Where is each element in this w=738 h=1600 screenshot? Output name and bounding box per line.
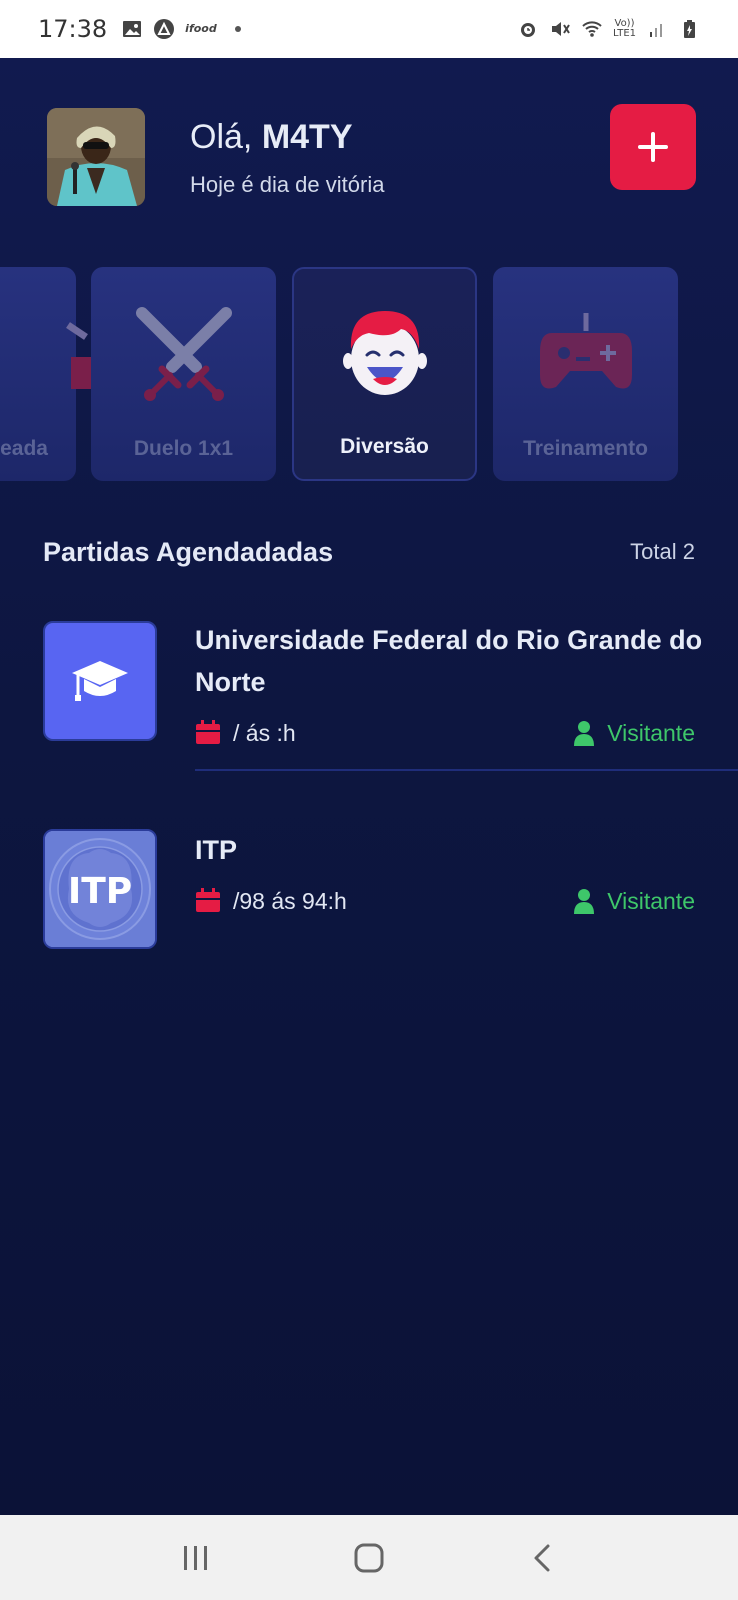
recent-apps-button[interactable] [166, 1528, 226, 1588]
category-label: eada [0, 437, 48, 460]
section-title: Partidas Agendadadas [43, 537, 334, 567]
match-role: Visitante [573, 720, 695, 747]
recent-apps-icon [184, 1545, 208, 1570]
scheduled-matches-header: Partidas Agendadadas Total 2 [43, 537, 695, 577]
graduation-cap-icon [72, 661, 128, 701]
username: M4TY [261, 118, 353, 156]
crossed-swords-icon [135, 307, 232, 401]
match-thumbnail [43, 621, 157, 741]
gamepad-icon [539, 313, 632, 389]
status-time: 17:38 [38, 15, 108, 43]
category-card-partial[interactable]: eada [0, 267, 106, 481]
home-icon [354, 1543, 384, 1572]
dot-icon [234, 26, 241, 32]
calendar-icon [196, 720, 220, 744]
back-button[interactable] [512, 1528, 572, 1588]
match-role-label: Visitante [607, 719, 695, 746]
calendar-icon [196, 888, 220, 912]
match-title: ITP [195, 835, 238, 865]
avatar[interactable] [47, 108, 145, 206]
ifood-icon: ifood [185, 22, 217, 35]
back-icon [534, 1544, 550, 1571]
greeting-subtitle: Hoje é dia de vitória [190, 172, 385, 197]
match-role-label: Visitante [607, 887, 695, 914]
match-title: Universidade Federal do Rio Grande do No… [195, 625, 703, 697]
match-meta: /98 ás 94:h Visitante [195, 885, 695, 917]
wifi-icon [582, 21, 602, 37]
category-label: Duelo 1x1 [133, 437, 234, 460]
signal-icon [650, 24, 662, 37]
match-item-ufrn[interactable]: Universidade Federal do Rio Grande do No… [43, 621, 738, 791]
itp-logo-icon: ITP [45, 831, 155, 947]
battery-icon [684, 20, 695, 38]
match-meta: / ás :h Visitante [195, 717, 695, 749]
avatar-photo [47, 108, 145, 206]
image-icon [123, 21, 142, 37]
greeting-prefix: Olá, [190, 118, 262, 156]
user-icon [574, 721, 595, 746]
add-match-button[interactable] [610, 104, 696, 190]
mute-icon [552, 22, 570, 36]
category-label: Diversão [340, 435, 429, 458]
category-duelo[interactable]: Duelo 1x1 [91, 267, 276, 481]
header: Olá, M4TY Hoje é dia de vitória [47, 104, 696, 206]
status-bar: 17:38 ifood Vo)) LTE1 [0, 0, 738, 58]
user-icon [574, 889, 595, 914]
match-thumbnail: ITP [43, 829, 157, 949]
match-item-itp[interactable]: ITP ITP /98 ás 94:h Visitante [43, 829, 738, 959]
greeting: Olá, M4TY [190, 118, 353, 157]
category-carousel[interactable]: eada Duelo 1x1 Diversão Treinamento [0, 267, 738, 483]
match-role: Visitante [573, 888, 695, 915]
app-screen: Olá, M4TY Hoje é dia de vitória eada Due… [0, 58, 738, 1515]
category-label: Treinamento [523, 437, 648, 460]
matches-total: Total 2 [630, 539, 695, 564]
category-treinamento[interactable]: Treinamento [493, 267, 678, 481]
system-nav-bar [0, 1515, 738, 1600]
app-a-icon [154, 19, 175, 39]
laughing-face-icon [342, 311, 427, 395]
match-date: / ás :h [233, 719, 296, 746]
match-divider [195, 769, 738, 771]
category-diversao[interactable]: Diversão [292, 267, 477, 481]
match-date: /98 ás 94:h [233, 887, 347, 914]
volte-icon: Vo)) LTE1 [613, 18, 636, 39]
plus-icon [638, 132, 668, 162]
svg-text:ITP: ITP [68, 871, 132, 912]
alarm-icon [521, 23, 536, 37]
home-button[interactable] [339, 1528, 399, 1588]
